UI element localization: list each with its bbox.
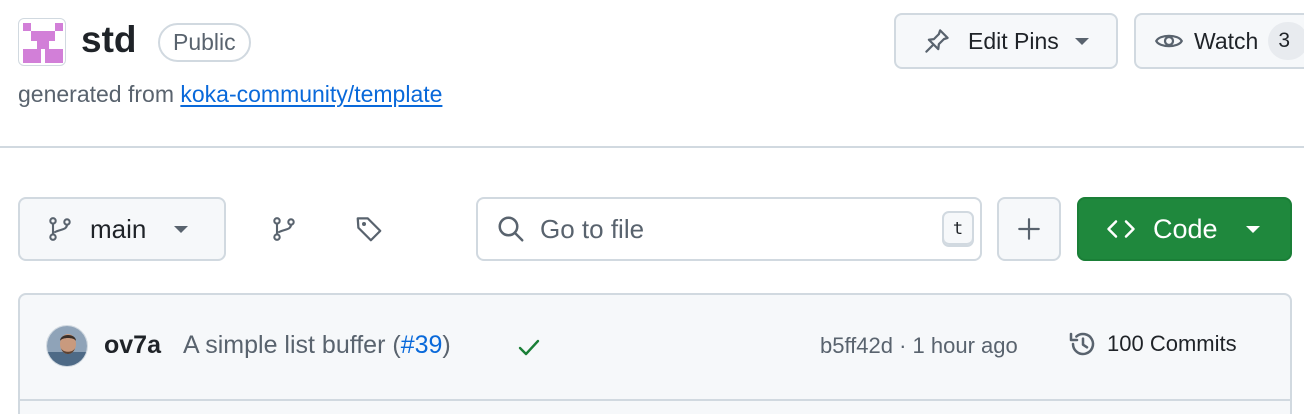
keyboard-shortcut-hint: t [942, 211, 974, 247]
generated-prefix: generated from [18, 81, 174, 107]
git-branch-icon [273, 217, 295, 241]
repo-name[interactable]: std [81, 16, 137, 64]
eye-icon [1154, 34, 1184, 48]
commit-sha-time[interactable]: b5ff42d · 1 hour ago [820, 332, 1018, 360]
generated-from-text: generated from koka-community/template [18, 79, 442, 109]
tag-icon [356, 217, 382, 242]
branch-select-button[interactable]: main [18, 197, 226, 261]
search-icon [498, 216, 524, 242]
edit-pins-button[interactable]: Edit Pins [894, 13, 1118, 69]
pin-icon [925, 29, 949, 53]
git-branch-icon [49, 217, 71, 241]
repo-header: std Public generated from koka-community… [0, 0, 1304, 148]
pull-request-link[interactable]: #39 [401, 331, 443, 359]
divider [20, 399, 1290, 401]
go-to-file-input[interactable]: Go to file t [476, 197, 982, 261]
add-file-button[interactable] [997, 197, 1061, 261]
chevron-down-icon [1245, 225, 1260, 233]
plus-icon [1018, 218, 1040, 240]
chevron-down-icon [174, 225, 189, 233]
user-avatar-image [47, 326, 87, 366]
commit-author[interactable]: ov7a [104, 330, 161, 360]
commit-message[interactable]: A simple list buffer (#39) [183, 330, 451, 360]
branches-button[interactable] [264, 209, 304, 249]
commits-history-link[interactable]: 100 Commits [1067, 328, 1237, 360]
commit-message-suffix: ) [442, 331, 451, 359]
check-status[interactable] [516, 335, 542, 364]
search-placeholder: Go to file [540, 213, 645, 244]
watch-button[interactable]: Watch 3 [1134, 13, 1304, 69]
visibility-badge: Public [158, 23, 251, 62]
tags-button[interactable] [349, 209, 389, 249]
identicon-icon [23, 23, 63, 63]
code-icon [1107, 220, 1135, 238]
check-icon [518, 339, 540, 356]
template-link[interactable]: koka-community/template [180, 81, 442, 107]
code-label: Code [1153, 213, 1218, 244]
latest-commit-bar: ov7a A simple list buffer (#39) b5ff42d … [18, 293, 1292, 414]
commits-count-label: 100 Commits [1107, 331, 1237, 356]
author-avatar[interactable] [46, 325, 88, 367]
chevron-down-icon [1074, 37, 1089, 45]
code-button[interactable]: Code [1077, 197, 1292, 261]
watch-label: Watch [1194, 27, 1259, 54]
branch-name: main [90, 213, 147, 244]
edit-pins-label: Edit Pins [968, 27, 1059, 54]
commit-message-text: A simple list buffer ( [183, 331, 401, 359]
watch-count: 3 [1268, 22, 1304, 60]
history-icon [1069, 332, 1095, 356]
repo-avatar[interactable] [18, 18, 66, 66]
